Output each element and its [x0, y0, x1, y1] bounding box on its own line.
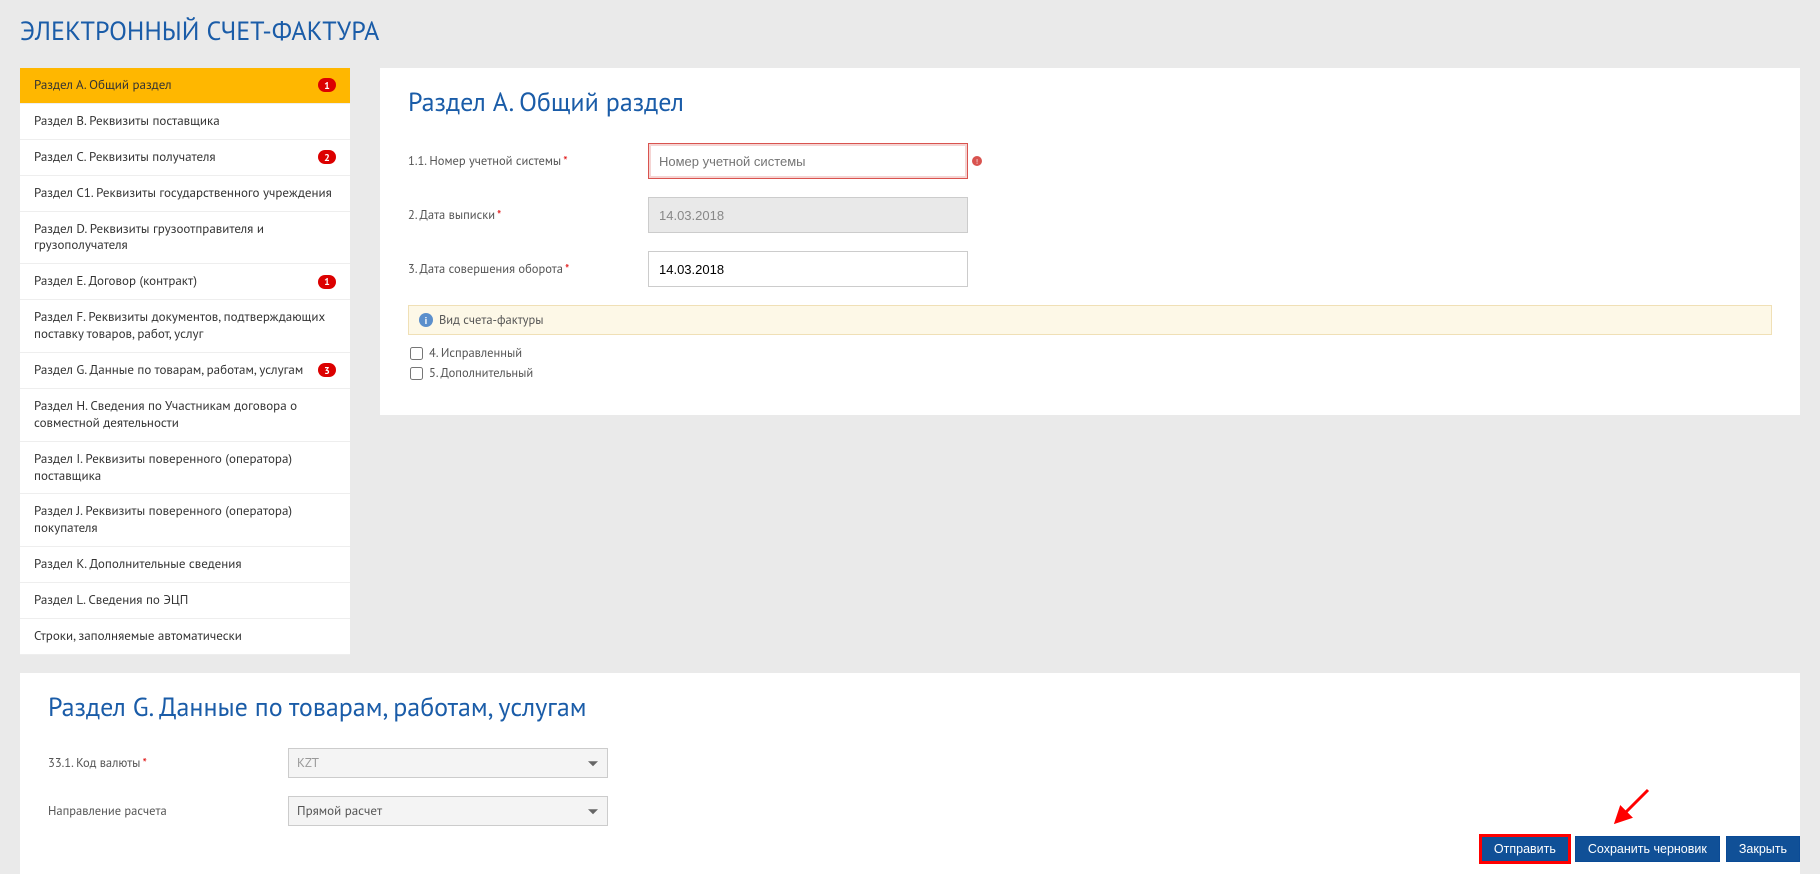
- sidebar-item-label: Строки, заполняемые автоматически: [34, 628, 336, 645]
- sidebar-item-label: Раздел I. Реквизиты поверенного (операто…: [34, 451, 336, 485]
- sidebar-item-label: Раздел K. Дополнительные сведения: [34, 556, 336, 573]
- sidebar-item-13[interactable]: Строки, заполняемые автоматически: [20, 619, 350, 655]
- field-row-turnover-date: 3. Дата совершения оборота*: [408, 251, 1772, 287]
- page-header: ЭЛЕКТРОННЫЙ СЧЕТ-ФАКТУРА: [0, 0, 1820, 68]
- section-a-title: Раздел A. Общий раздел: [408, 86, 1772, 119]
- error-indicator-icon: !: [972, 156, 982, 166]
- sidebar-item-label: Раздел G. Данные по товарам, работам, ус…: [34, 362, 318, 379]
- sidebar-item-6[interactable]: Раздел F. Реквизиты документов, подтверж…: [20, 300, 350, 353]
- sidebar-item-label: Раздел B. Реквизиты поставщика: [34, 113, 336, 130]
- sidebar-item-2[interactable]: Раздел C. Реквизиты получателя2: [20, 140, 350, 176]
- sidebar-item-5[interactable]: Раздел E. Договор (контракт)1: [20, 264, 350, 300]
- field-label: 1.1. Номер учетной системы*: [408, 153, 648, 169]
- section-g-title: Раздел G. Данные по товарам, работам, ус…: [48, 691, 1772, 724]
- sidebar-item-label: Раздел E. Договор (контракт): [34, 273, 318, 290]
- sidebar-item-label: Раздел H. Сведения по Участникам договор…: [34, 398, 336, 432]
- calc-direction-select[interactable]: Прямой расчет: [288, 796, 608, 826]
- field-label: 33.1. Код валюты*: [48, 755, 288, 771]
- field-row-calc-direction: Направление расчета Прямой расчет: [48, 796, 1772, 826]
- section-nav-sidebar: Раздел А. Общий раздел1Раздел B. Реквизи…: [20, 68, 350, 655]
- sidebar-item-label: Раздел C. Реквизиты получателя: [34, 149, 318, 166]
- error-count-badge: 1: [318, 78, 336, 92]
- send-button[interactable]: Отправить: [1481, 836, 1569, 862]
- sidebar-item-0[interactable]: Раздел А. Общий раздел1: [20, 68, 350, 104]
- sidebar-item-label: Раздел D. Реквизиты грузоотправителя и г…: [34, 221, 336, 255]
- turnover-date-input[interactable]: [648, 251, 968, 287]
- info-icon: i: [419, 313, 433, 327]
- sidebar-item-8[interactable]: Раздел H. Сведения по Участникам договор…: [20, 389, 350, 442]
- sidebar-item-label: Раздел F. Реквизиты документов, подтверж…: [34, 309, 336, 343]
- error-count-badge: 2: [318, 150, 336, 164]
- sidebar-item-4[interactable]: Раздел D. Реквизиты грузоотправителя и г…: [20, 212, 350, 265]
- field-label: 3. Дата совершения оборота*: [408, 261, 648, 277]
- invoice-type-label: Вид счета-фактуры: [439, 312, 544, 328]
- save-draft-button[interactable]: Сохранить черновик: [1575, 836, 1720, 862]
- close-button[interactable]: Закрыть: [1726, 836, 1800, 862]
- error-count-badge: 1: [318, 275, 336, 289]
- sidebar-item-7[interactable]: Раздел G. Данные по товарам, работам, ус…: [20, 353, 350, 389]
- sidebar-item-1[interactable]: Раздел B. Реквизиты поставщика: [20, 104, 350, 140]
- checkbox-additional[interactable]: 5. Дополнительный: [408, 365, 1772, 381]
- sidebar-item-label: Раздел А. Общий раздел: [34, 77, 318, 94]
- sidebar-item-3[interactable]: Раздел C1. Реквизиты государственного уч…: [20, 176, 350, 212]
- field-row-issue-date: 2. Дата выписки*: [408, 197, 1772, 233]
- section-a-panel: Раздел A. Общий раздел 1.1. Номер учетно…: [380, 68, 1800, 415]
- field-row-currency: 33.1. Код валюты* KZT: [48, 748, 1772, 778]
- sidebar-item-label: Раздел L. Сведения по ЭЦП: [34, 592, 336, 609]
- field-row-account-number: 1.1. Номер учетной системы* !: [408, 143, 1772, 179]
- error-count-badge: 3: [318, 363, 336, 377]
- sidebar-item-11[interactable]: Раздел K. Дополнительные сведения: [20, 547, 350, 583]
- issue-date-input: [648, 197, 968, 233]
- sidebar-item-10[interactable]: Раздел J. Реквизиты поверенного (операто…: [20, 494, 350, 547]
- invoice-type-info-bar: i Вид счета-фактуры: [408, 305, 1772, 335]
- additional-checkbox[interactable]: [410, 367, 423, 380]
- field-label: Направление расчета: [48, 803, 288, 819]
- sidebar-item-label: Раздел C1. Реквизиты государственного уч…: [34, 185, 336, 202]
- sidebar-item-12[interactable]: Раздел L. Сведения по ЭЦП: [20, 583, 350, 619]
- currency-select[interactable]: KZT: [288, 748, 608, 778]
- field-label: 2. Дата выписки*: [408, 207, 648, 223]
- page-title: ЭЛЕКТРОННЫЙ СЧЕТ-ФАКТУРА: [20, 15, 1800, 48]
- sidebar-item-9[interactable]: Раздел I. Реквизиты поверенного (операто…: [20, 442, 350, 495]
- corrected-checkbox[interactable]: [410, 347, 423, 360]
- sidebar-item-label: Раздел J. Реквизиты поверенного (операто…: [34, 503, 336, 537]
- account-number-input[interactable]: [648, 143, 968, 179]
- checkbox-corrected[interactable]: 4. Исправленный: [408, 345, 1772, 361]
- action-footer: Отправить Сохранить черновик Закрыть: [0, 828, 1820, 870]
